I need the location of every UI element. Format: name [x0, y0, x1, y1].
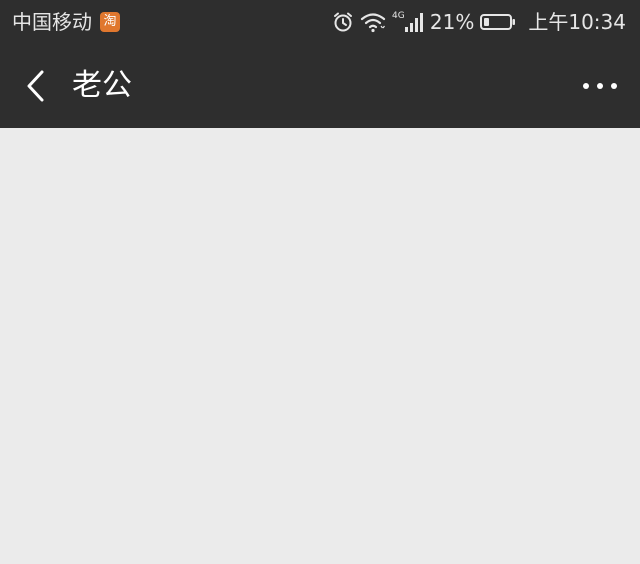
back-button[interactable] — [16, 64, 60, 108]
wifi-icon — [360, 11, 386, 33]
taobao-app-icon: 淘 — [100, 12, 120, 32]
back-arrow-icon — [27, 70, 44, 102]
signal-icon: 4G — [392, 10, 424, 34]
battery-fill — [484, 18, 490, 26]
alarm-icon — [332, 11, 354, 33]
battery-percent: 21% — [429, 10, 475, 34]
more-options-icon — [583, 83, 617, 89]
battery-icon — [480, 12, 516, 32]
status-bar: 中国移动 淘 4G 21% 上午10:34 — [0, 0, 640, 44]
carrier-name: 中国移动 — [12, 10, 92, 34]
more-options-button[interactable] — [578, 64, 622, 108]
chat-message-area[interactable] — [0, 128, 640, 564]
status-indicators: 4G 21% 上午10:34 — [332, 0, 626, 44]
clock-time: 上午10:34 — [528, 10, 626, 34]
chat-title: 老公 — [72, 68, 132, 103]
network-type-label: 4G — [392, 11, 405, 21]
chat-header: 老公 — [0, 44, 640, 128]
